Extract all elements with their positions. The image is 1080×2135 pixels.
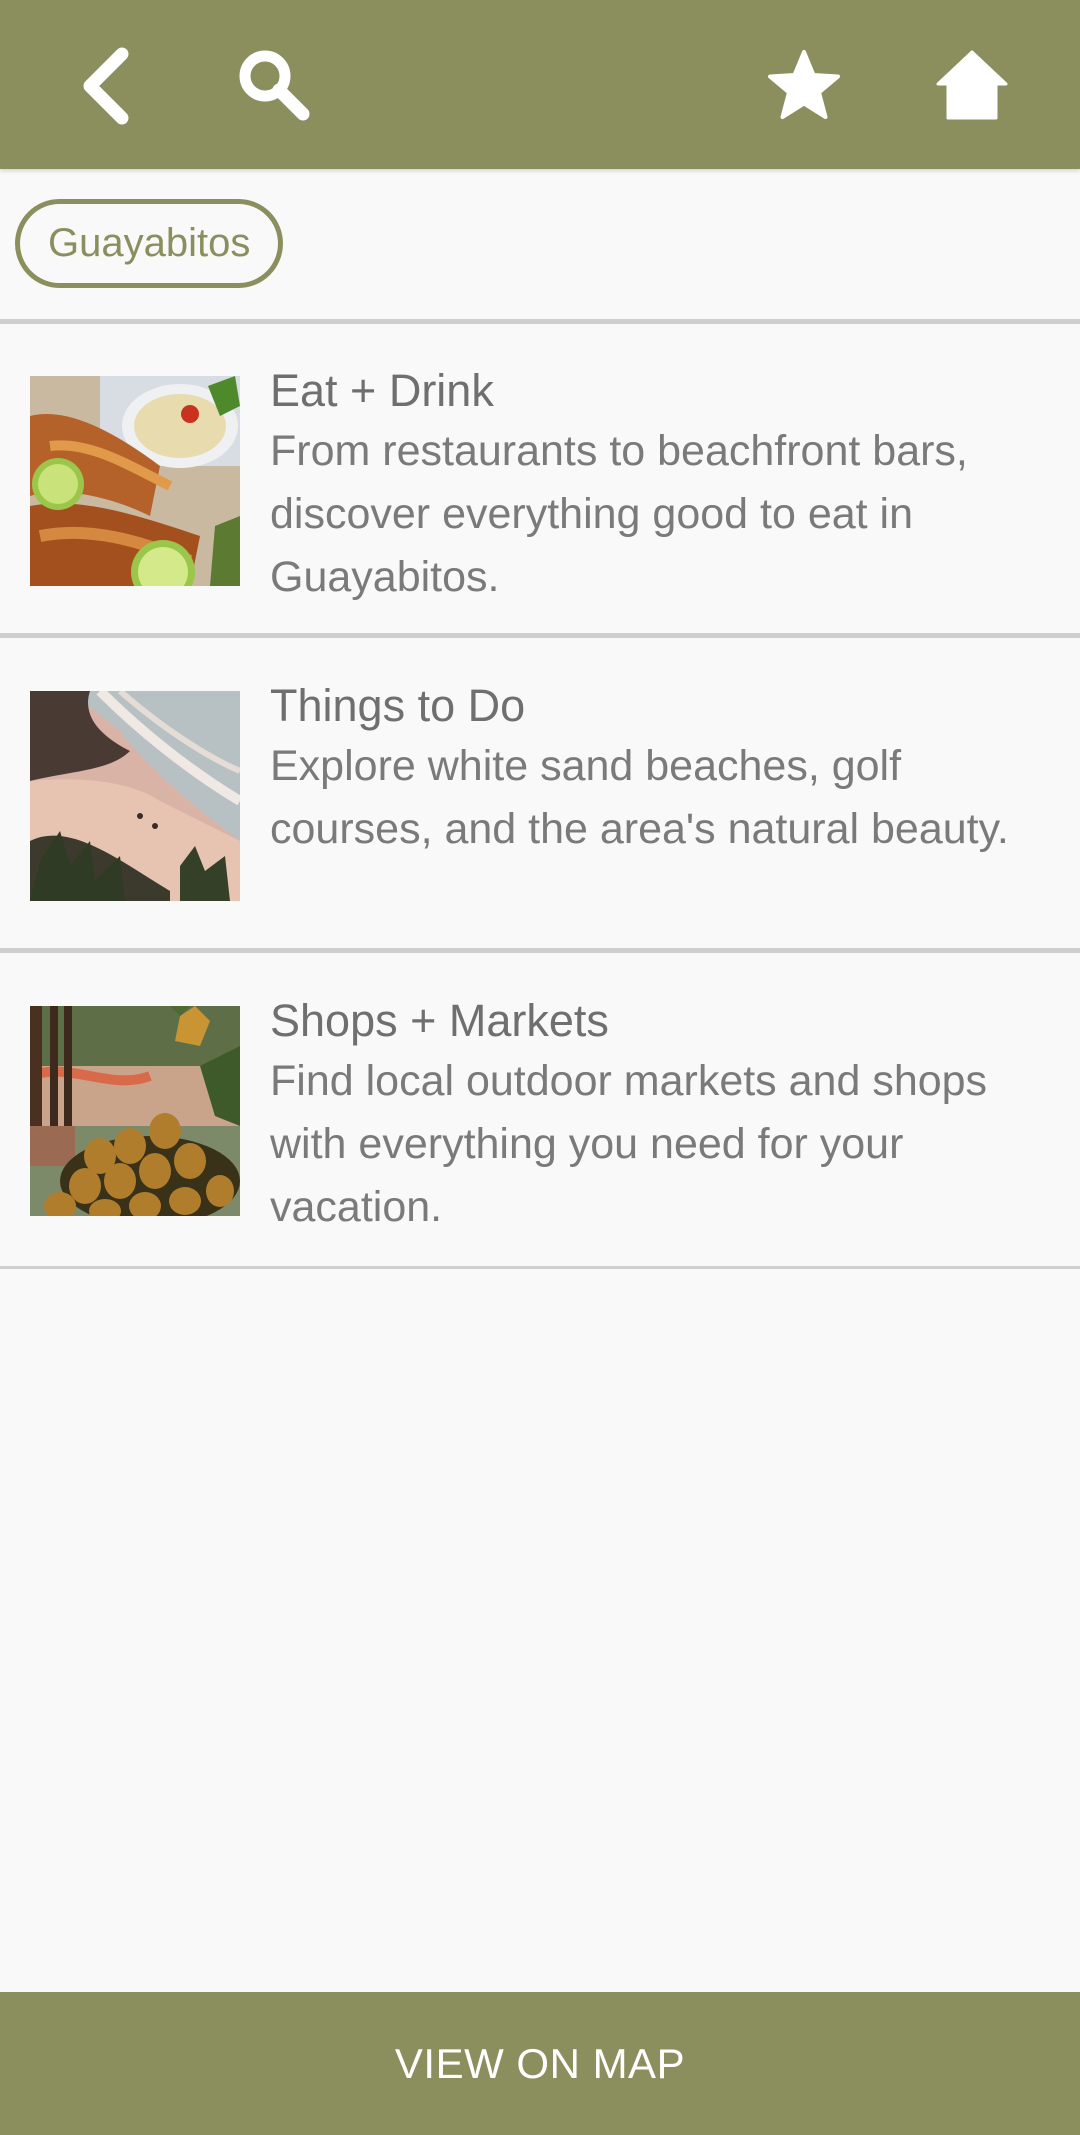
pineapple-market-thumbnail [30,1006,240,1216]
star-icon[interactable] [764,46,844,126]
search-icon[interactable] [235,46,315,126]
back-icon[interactable] [66,46,146,126]
category-description: From restaurants to beachfront bars, dis… [270,427,968,601]
beach-thumbnail [30,691,240,901]
top-app-bar [0,0,1080,169]
category-title: Shops + Markets [270,995,609,1046]
list-item-eat-drink[interactable]: Eat + Drink From restaurants to beachfro… [0,326,1080,636]
category-description: Find local outdoor markets and shops wit… [270,1057,988,1231]
divider [0,633,1080,638]
list-item-shops-markets[interactable]: Shops + Markets Find local outdoor marke… [0,956,1080,1266]
divider [0,1266,1080,1269]
divider [0,319,1080,324]
home-icon[interactable] [932,46,1012,126]
food-thumbnail [30,376,240,586]
location-filter-row: Guayabitos [0,169,1080,321]
category-title: Things to Do [270,680,526,731]
category-title: Eat + Drink [270,365,494,416]
list-item-things-to-do[interactable]: Things to Do Explore white sand beaches,… [0,641,1080,951]
location-chip[interactable]: Guayabitos [15,199,284,288]
category-description: Explore white sand beaches, golf courses… [270,742,1009,853]
divider [0,948,1080,953]
view-on-map-button[interactable]: VIEW ON MAP [0,1992,1080,2135]
